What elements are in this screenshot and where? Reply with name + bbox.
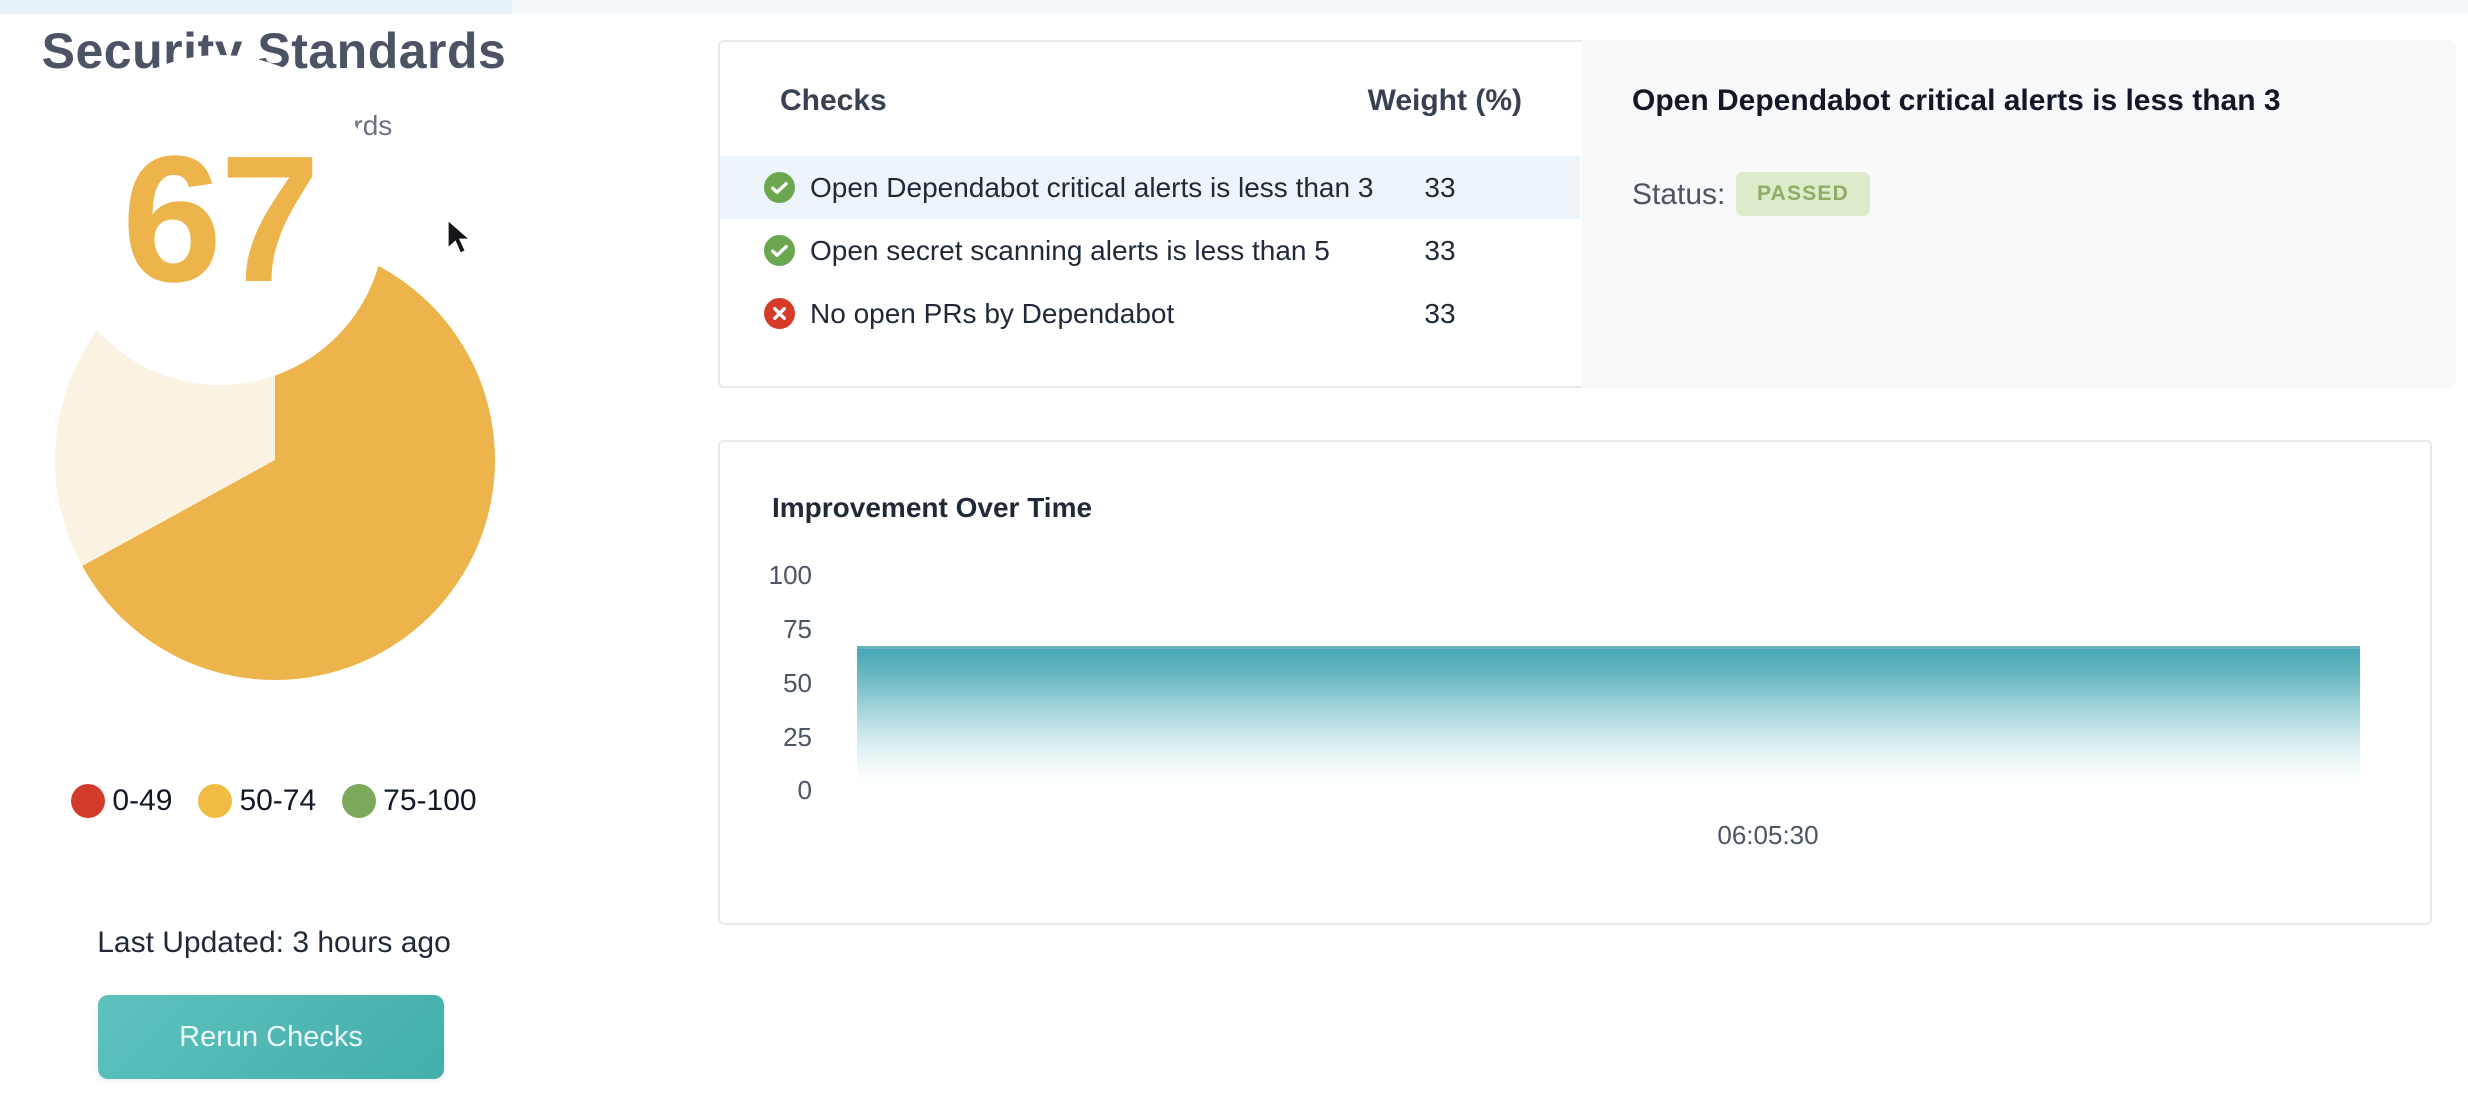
check-weight: 33 [1360, 172, 1520, 204]
check-passed-icon [764, 235, 795, 266]
legend-dot-green [342, 784, 376, 818]
legend-item-low: 0-49 [71, 784, 172, 818]
chart-title: Improvement Over Time [772, 492, 1092, 524]
left-panel: Security Standards Security Standards 67… [0, 0, 548, 1120]
checks-column-header: Checks [780, 84, 887, 118]
rerun-checks-button[interactable]: Rerun Checks [98, 995, 444, 1079]
y-axis-tick: 0 [718, 776, 812, 804]
weight-column-header: Weight (%) [1300, 84, 1522, 118]
check-detail-title: Open Dependabot critical alerts is less … [1632, 84, 2281, 118]
score-ring-inner: 67 [55, 55, 385, 385]
check-weight: 33 [1360, 235, 1520, 267]
y-axis-tick: 50 [718, 669, 812, 697]
check-label: No open PRs by Dependabot [810, 298, 1174, 330]
last-updated-text: Last Updated: 3 hours ago [0, 926, 548, 960]
check-failed-icon [764, 298, 795, 329]
status-badge: PASSED [1736, 172, 1870, 216]
y-axis-tick: 100 [718, 561, 812, 589]
legend-dot-red [71, 784, 105, 818]
y-axis-tick: 25 [718, 723, 812, 751]
legend-dot-amber [198, 784, 232, 818]
legend-label: 50-74 [239, 784, 316, 818]
check-label: Open Dependabot critical alerts is less … [810, 172, 1373, 204]
check-weight: 33 [1360, 298, 1520, 330]
y-axis-tick: 75 [718, 615, 812, 643]
legend-item-mid: 50-74 [198, 784, 316, 818]
legend-item-high: 75-100 [342, 784, 476, 818]
score-legend: 0-49 50-74 75-100 [0, 784, 548, 818]
area-series [857, 646, 2360, 788]
check-passed-icon [764, 172, 795, 203]
check-label: Open secret scanning alerts is less than… [810, 235, 1330, 267]
legend-label: 75-100 [383, 784, 476, 818]
status-label: Status: [1632, 178, 1725, 212]
legend-label: 0-49 [112, 784, 172, 818]
score-value: 67 [122, 130, 318, 310]
security-standards-page: Security Standards Security Standards 67… [0, 0, 2468, 1120]
x-axis-tick: 06:05:30 [1658, 820, 1878, 851]
